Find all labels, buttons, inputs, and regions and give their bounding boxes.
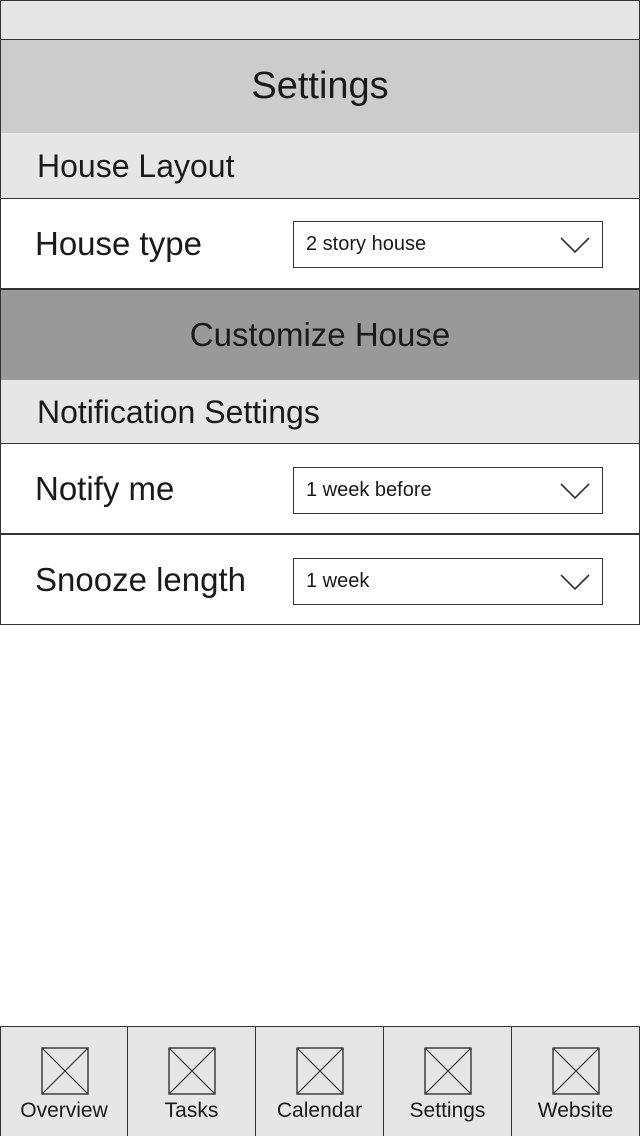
page-title: Settings bbox=[251, 65, 389, 107]
notify-me-row: Notify me 1 week before bbox=[0, 443, 640, 534]
tab-label: Tasks bbox=[164, 1099, 219, 1122]
snooze-length-row: Snooze length 1 week bbox=[0, 534, 640, 625]
section-header-house-layout: House Layout bbox=[0, 133, 640, 199]
chevron-down-icon bbox=[560, 574, 590, 591]
chevron-down-icon bbox=[560, 483, 590, 500]
snooze-length-label: Snooze length bbox=[35, 560, 247, 598]
section-header-notifications: Notification Settings bbox=[0, 380, 640, 444]
tab-label: Settings bbox=[409, 1099, 486, 1122]
house-type-dropdown[interactable]: 2 story house bbox=[293, 221, 603, 268]
placeholder-image-icon bbox=[168, 1047, 216, 1095]
snooze-length-value: 1 week bbox=[306, 570, 370, 592]
notify-me-dropdown[interactable]: 1 week before bbox=[293, 467, 603, 514]
tab-settings[interactable]: Settings bbox=[384, 1027, 512, 1136]
chevron-down-icon bbox=[560, 237, 590, 254]
placeholder-image-icon bbox=[41, 1047, 89, 1095]
tab-calendar[interactable]: Calendar bbox=[256, 1027, 384, 1136]
house-type-value: 2 story house bbox=[306, 233, 427, 255]
snooze-length-dropdown[interactable]: 1 week bbox=[293, 558, 603, 605]
notify-me-label: Notify me bbox=[35, 469, 175, 507]
section-title: House Layout bbox=[37, 147, 235, 184]
customize-house-label: Customize House bbox=[189, 316, 451, 353]
customize-house-button[interactable]: Customize House bbox=[0, 289, 640, 381]
tab-overview[interactable]: Overview bbox=[0, 1027, 128, 1136]
tab-label: Overview bbox=[20, 1099, 108, 1122]
settings-screen: Settings House Layout House type 2 story… bbox=[0, 0, 640, 1136]
bottom-tab-bar: Overview Tasks Calendar Settings Website bbox=[0, 1026, 640, 1136]
tab-tasks[interactable]: Tasks bbox=[128, 1027, 256, 1136]
placeholder-image-icon bbox=[424, 1047, 472, 1095]
notify-me-value: 1 week before bbox=[306, 479, 432, 501]
tab-label: Calendar bbox=[276, 1099, 363, 1122]
placeholder-image-icon bbox=[296, 1047, 344, 1095]
placeholder-image-icon bbox=[552, 1047, 600, 1095]
page-header: Settings bbox=[0, 39, 640, 134]
section-title: Notification Settings bbox=[37, 393, 320, 430]
house-type-row: House type 2 story house bbox=[0, 198, 640, 289]
status-bar bbox=[0, 0, 640, 40]
tab-website[interactable]: Website bbox=[512, 1027, 640, 1136]
tab-label: Website bbox=[537, 1099, 614, 1122]
house-type-label: House type bbox=[35, 224, 202, 262]
